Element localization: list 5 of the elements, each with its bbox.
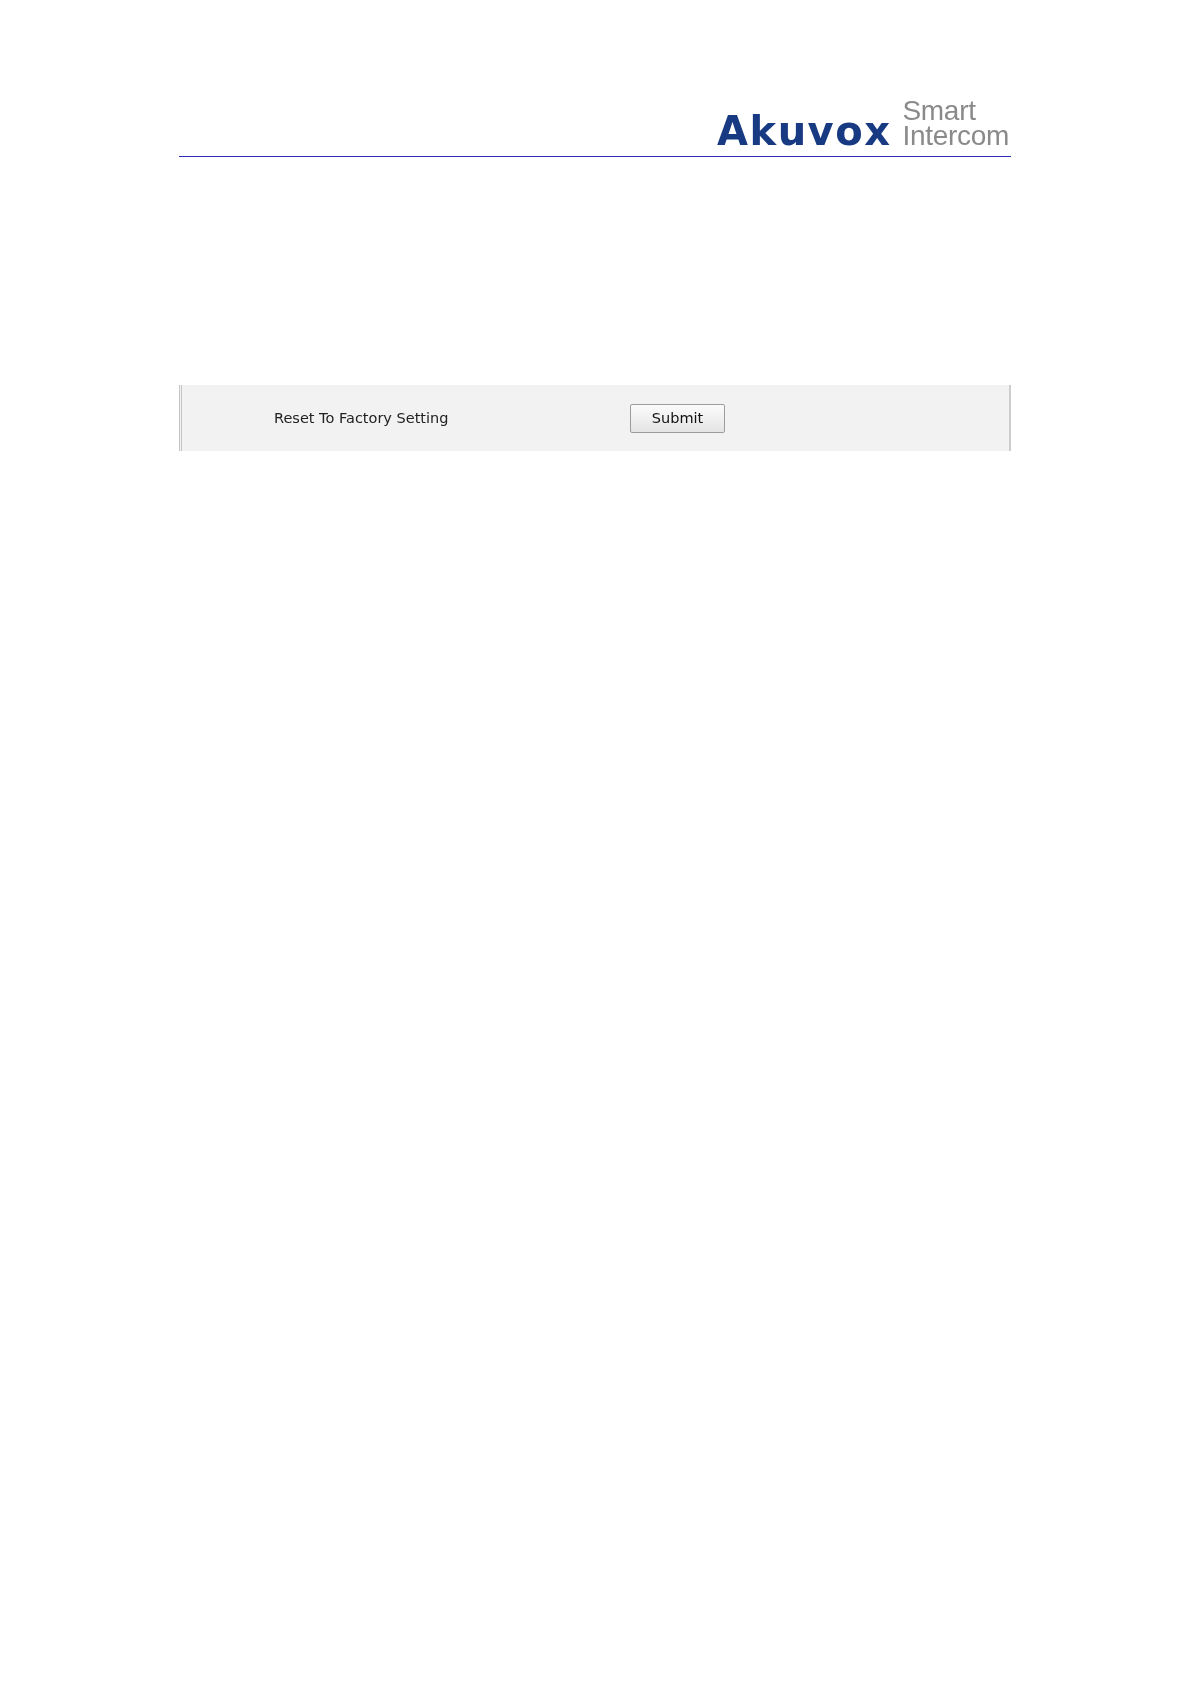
logo-wordmark: Akuvox [717, 115, 892, 147]
logo-tagline: Smart [902, 98, 977, 123]
submit-button[interactable]: Submit [630, 403, 725, 433]
setting-label: Reset To Factory Setting [274, 410, 449, 426]
logo-tagline: Intercom [902, 123, 1009, 148]
